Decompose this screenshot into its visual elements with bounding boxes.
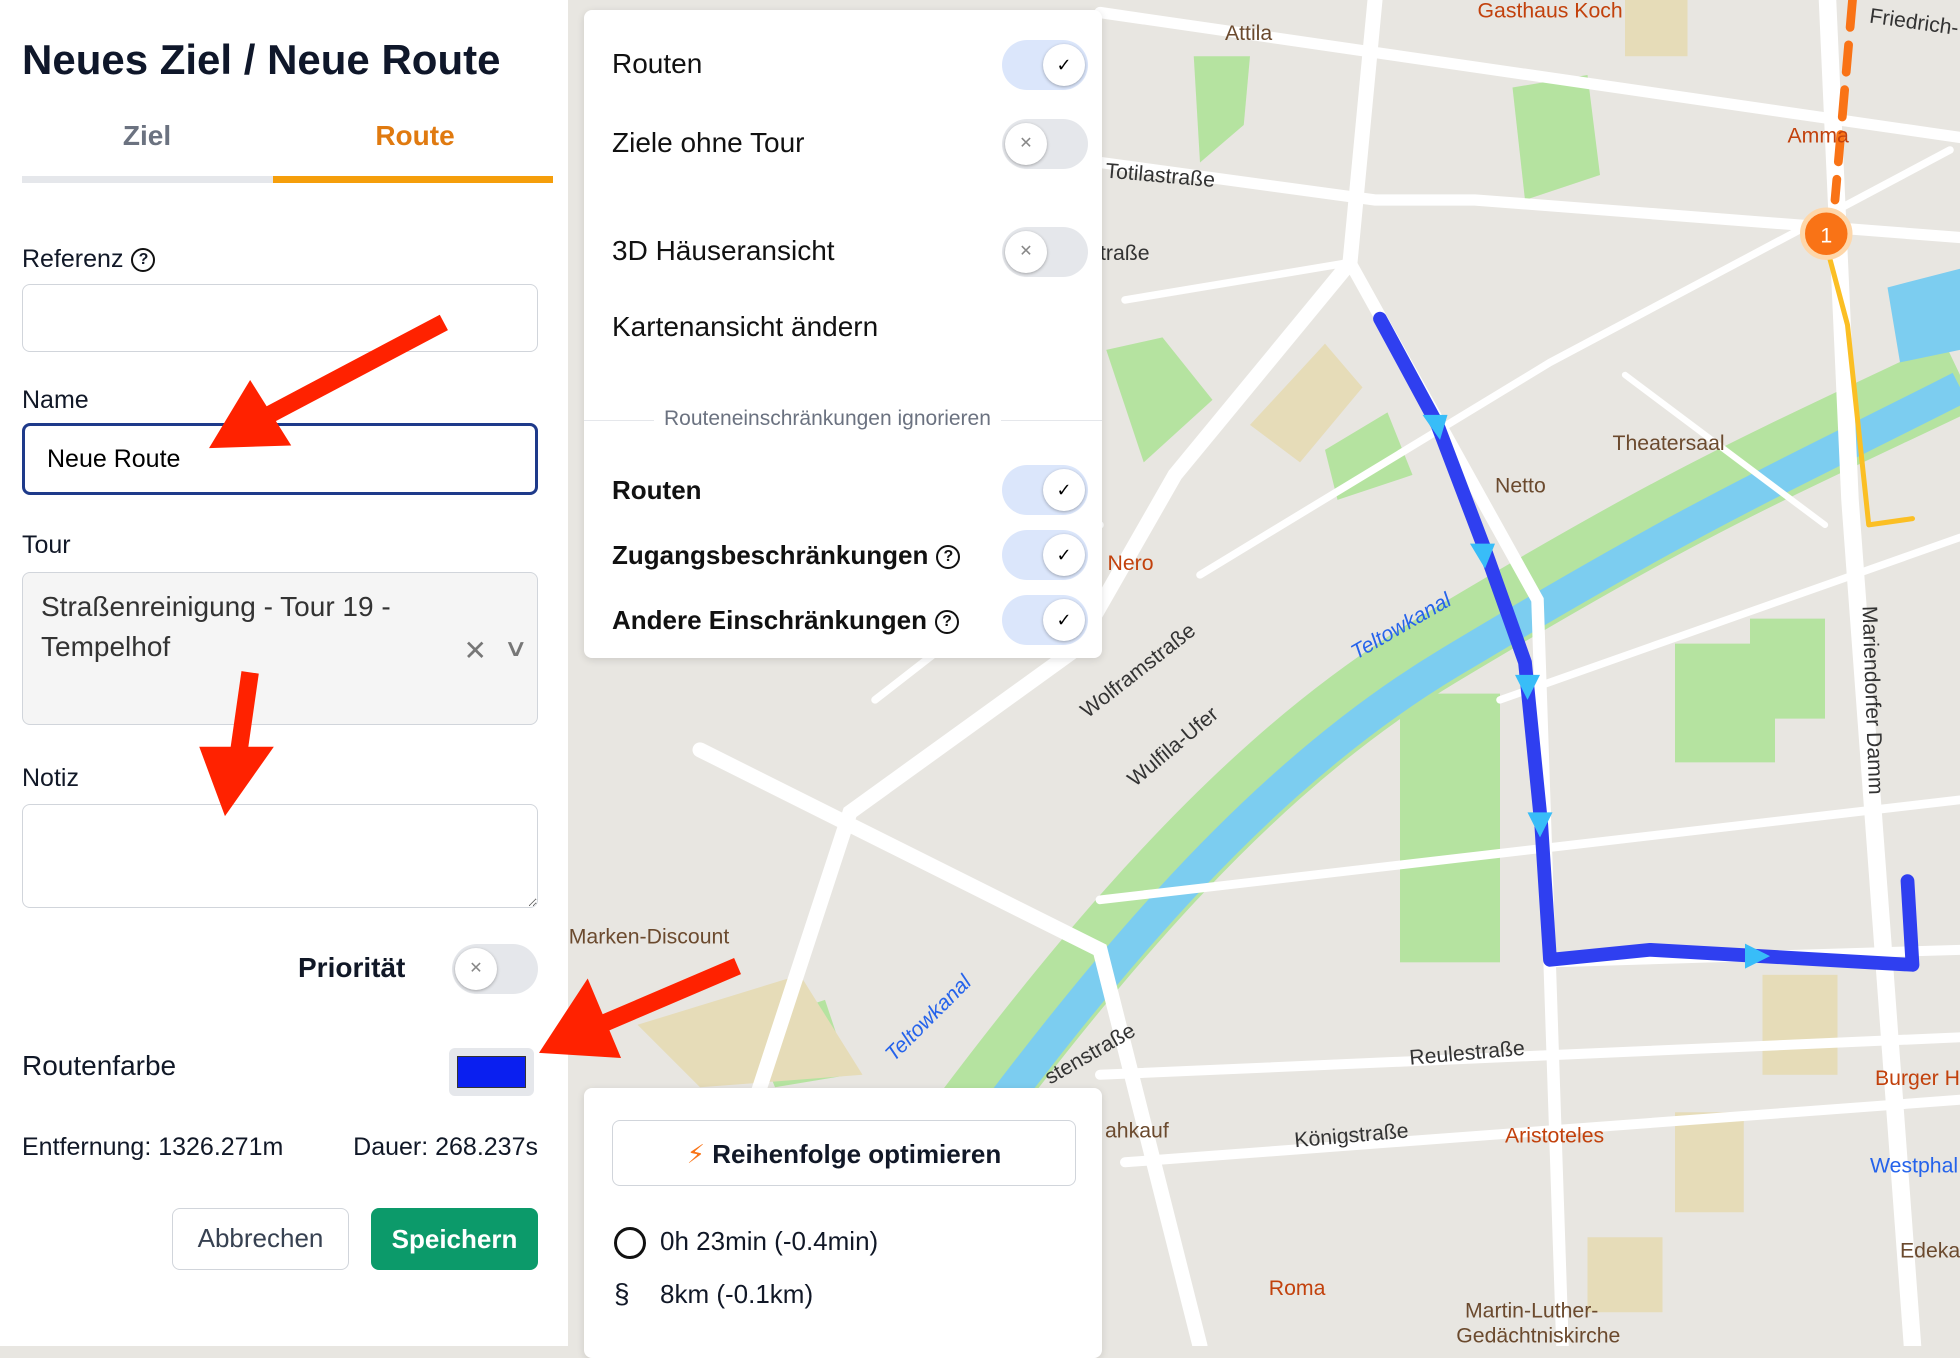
svg-text:Aristoteles: Aristoteles	[1505, 1123, 1604, 1147]
layer-3d-label: 3D Häuseransicht	[612, 235, 835, 266]
tour-select[interactable]: Straßenreinigung - Tour 19 - Tempelhof ✕…	[22, 572, 538, 725]
layer-3d-toggle[interactable]: ✕	[1002, 227, 1088, 277]
name-label: Name	[22, 386, 89, 414]
svg-text:Marken-Discount: Marken-Discount	[569, 925, 730, 949]
svg-text:1: 1	[1820, 223, 1832, 247]
svg-text:Roma: Roma	[1269, 1276, 1326, 1300]
cancel-button[interactable]: Abbrechen	[172, 1208, 349, 1270]
help-icon[interactable]: ?	[131, 248, 156, 273]
notiz-textarea[interactable]	[22, 804, 538, 908]
svg-text:Attila: Attila	[1225, 21, 1272, 45]
routenfarbe-label: Routenfarbe	[22, 1050, 177, 1081]
restriction-routen-toggle[interactable]: ✓	[1002, 465, 1088, 515]
svg-text:Netto: Netto	[1495, 473, 1546, 497]
layer-ziele-label: Ziele ohne Tour	[612, 127, 805, 158]
duration-text: Dauer: 268.237s	[353, 1133, 538, 1161]
distance-text: Entfernung: 1326.271m	[22, 1133, 284, 1161]
svg-text:ahkauf: ahkauf	[1105, 1118, 1169, 1142]
svg-text:Gasthaus Koch: Gasthaus Koch	[1478, 0, 1623, 22]
route-color-picker[interactable]	[449, 1048, 534, 1096]
referenz-label: Referenz?	[22, 245, 156, 274]
check-icon: ✓	[1043, 44, 1085, 86]
help-icon[interactable]: ?	[934, 610, 959, 635]
page-title: Neues Ziel / Neue Route	[22, 36, 501, 83]
prioritaet-label: Priorität	[298, 952, 406, 983]
svg-text:traße: traße	[1100, 241, 1150, 265]
clock-icon	[614, 1227, 646, 1260]
map-layers-card: Routen ✓ Ziele ohne Tour ✕ 3D Häuseransi…	[584, 10, 1102, 658]
x-icon: ✕	[1005, 231, 1047, 273]
clear-icon[interactable]: ✕	[464, 631, 487, 671]
layer-routen-label: Routen	[612, 48, 703, 79]
change-map-view-link[interactable]: Kartenansicht ändern	[612, 311, 878, 343]
help-icon[interactable]: ?	[936, 545, 961, 570]
route-icon: §	[614, 1278, 630, 1309]
notiz-label: Notiz	[22, 764, 79, 792]
route-color-swatch	[457, 1056, 526, 1088]
svg-text:Burger H: Burger H	[1875, 1066, 1960, 1090]
route-form-panel: Neues Ziel / Neue Route Ziel Route Refer…	[0, 0, 568, 1346]
tab-route[interactable]: Route	[290, 120, 540, 152]
x-icon: ✕	[455, 948, 497, 990]
tab-underline-inactive	[22, 176, 274, 183]
svg-text:Martin-Luther-: Martin-Luther-	[1465, 1298, 1598, 1322]
layer-routen-toggle[interactable]: ✓	[1002, 40, 1088, 90]
restriction-andere-toggle[interactable]: ✓	[1002, 595, 1088, 645]
svg-text:Nero: Nero	[1108, 551, 1154, 575]
optimize-card: ⚡ Reihenfolge optimieren 0h 23min (-0.4m…	[584, 1088, 1102, 1358]
layer-ziele-toggle[interactable]: ✕	[1002, 119, 1088, 169]
name-input[interactable]	[22, 423, 538, 495]
x-icon: ✕	[1005, 123, 1047, 165]
save-button[interactable]: Speichern	[371, 1208, 538, 1270]
distance-summary: § 8km (-0.1km)	[614, 1278, 814, 1309]
svg-text:Westphal: Westphal	[1870, 1153, 1958, 1177]
time-summary: 0h 23min (-0.4min)	[614, 1226, 878, 1260]
section-title: Routeneinschränkungen ignorieren	[654, 407, 1001, 431]
restriction-routen-label: Routen	[612, 475, 702, 505]
svg-text:Gedächtniskirche: Gedächtniskirche	[1456, 1323, 1620, 1346]
stop-marker-1[interactable]: 1	[1800, 207, 1853, 260]
tab-underline-active	[273, 176, 553, 183]
referenz-input[interactable]	[22, 284, 538, 352]
chevron-down-icon[interactable]: ∨	[504, 629, 529, 669]
prioritaet-toggle[interactable]: ✕	[452, 944, 538, 994]
restriction-andere-label: Andere Einschränkungen?	[612, 605, 959, 636]
restriction-zugang-label: Zugangsbeschränkungen?	[612, 540, 961, 571]
svg-text:Amma: Amma	[1788, 123, 1850, 147]
optimize-order-button[interactable]: ⚡ Reihenfolge optimieren	[612, 1120, 1076, 1186]
tour-selected-value: Straßenreinigung - Tour 19 - Tempelhof	[41, 591, 391, 662]
check-icon: ✓	[1043, 599, 1085, 641]
svg-text:Edeka: Edeka	[1900, 1238, 1960, 1262]
check-icon: ✓	[1043, 534, 1085, 576]
restriction-zugang-toggle[interactable]: ✓	[1002, 530, 1088, 580]
svg-text:Theatersaal: Theatersaal	[1613, 431, 1725, 455]
lightning-icon: ⚡	[686, 1139, 706, 1169]
check-icon: ✓	[1043, 469, 1085, 511]
tab-ziel[interactable]: Ziel	[22, 120, 272, 152]
tour-label: Tour	[22, 531, 71, 559]
